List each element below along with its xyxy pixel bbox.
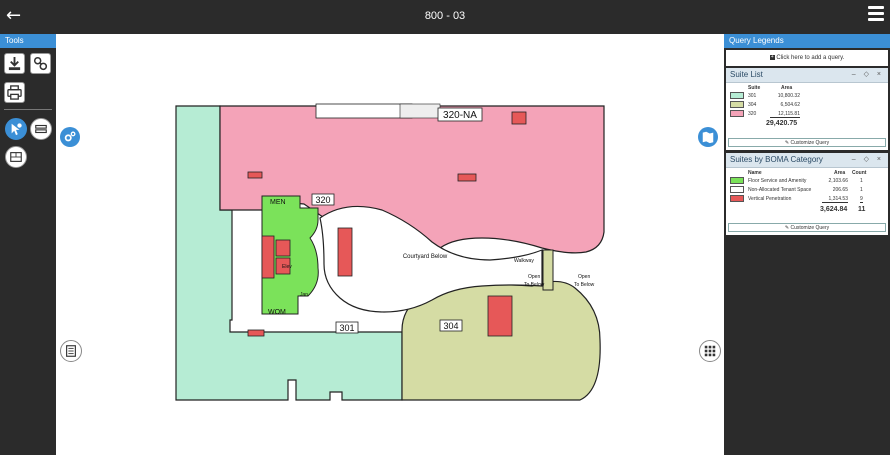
label-open-1b: To Below — [524, 282, 545, 288]
label-320-na: 320-NA — [443, 110, 477, 121]
stair-east[interactable] — [487, 295, 513, 337]
swatch-320 — [730, 110, 744, 117]
map-settings-button[interactable] — [60, 127, 80, 147]
select-tool-button[interactable] — [5, 118, 27, 140]
col-area: Area — [781, 85, 793, 91]
col-area: Area — [834, 170, 846, 176]
boma-name-2: Vertical Penetration — [748, 196, 792, 202]
panel-controls-icon[interactable]: – ◇ × — [852, 68, 884, 82]
tools-panel: Tools — [0, 34, 56, 455]
north-room — [315, 103, 413, 119]
document-icon — [66, 345, 76, 357]
suite-304: 304 — [748, 102, 757, 108]
suite-list-panel: Suite List – ◇ × Suite Area 301 10,800.3… — [726, 68, 888, 150]
top-bar: ← 800 - 03 — [0, 0, 890, 35]
swatch-vertical — [730, 195, 744, 202]
boma-area-2: 1,314.53 — [822, 196, 848, 203]
suite-list-header: Suite List – ◇ × — [726, 68, 888, 83]
label-320: 320 — [315, 195, 330, 205]
layers-icon — [35, 124, 47, 134]
boma-header: Suites by BOMA Category – ◇ × — [726, 153, 888, 168]
label-elev: Elev — [282, 264, 292, 270]
label-open-1: Open — [528, 274, 540, 280]
map-legend-button[interactable] — [698, 127, 718, 147]
gears-icon — [64, 131, 76, 142]
suite-301: 301 — [748, 93, 757, 99]
label-open-2b: To Below — [574, 282, 595, 288]
boma-total-area: 3,624.84 — [820, 206, 848, 213]
stair-west[interactable] — [261, 235, 275, 279]
layer-tool-button[interactable] — [30, 118, 52, 140]
hamburger-menu-icon[interactable] — [868, 6, 884, 22]
label-304: 304 — [443, 321, 458, 331]
boma-count-2: 9 — [860, 196, 863, 203]
label-jan: Jan — [300, 292, 308, 298]
report-button[interactable] — [60, 340, 82, 362]
boma-name-0: Floor Service and Amenity — [748, 178, 807, 184]
printer-icon — [7, 85, 22, 100]
area-301: 10,800.32 — [777, 93, 800, 99]
stair-central[interactable] — [337, 227, 353, 277]
label-wom: WOM — [268, 309, 286, 316]
north-room-2 — [399, 103, 441, 119]
elevator-1[interactable] — [275, 239, 291, 257]
boma-count-0: 1 — [860, 178, 863, 184]
link-icon — [33, 56, 48, 71]
panel-controls-icon[interactable]: – ◇ × — [852, 153, 884, 167]
floorplan-icon — [10, 152, 22, 162]
boma-name-1: Non-Allocated Tenant Space — [748, 187, 812, 193]
label-301: 301 — [339, 323, 354, 333]
map-canvas[interactable]: 320-NA 320 301 304 MEN WOM Elev Jan Cour… — [56, 34, 724, 455]
grid-icon — [704, 345, 716, 357]
shaft-north[interactable] — [511, 111, 527, 125]
swatch-301 — [730, 92, 744, 99]
boma-total-count: 11 — [858, 206, 866, 213]
customize-query-button-suites[interactable]: ✎ Customize Query — [728, 138, 886, 147]
pointer-icon — [11, 123, 22, 136]
col-suite: Suite — [748, 85, 761, 91]
add-query-button[interactable]: + Click here to add a query. — [726, 50, 888, 66]
boma-panel: Suites by BOMA Category – ◇ × Name Area … — [726, 153, 888, 235]
suite-320: 320 — [748, 111, 757, 117]
print-button[interactable] — [4, 82, 25, 103]
suite-total: 29,420.75 — [766, 120, 798, 127]
map-icon — [702, 131, 714, 144]
area-320: 12,115.81 — [770, 111, 800, 118]
plan-view-button[interactable] — [5, 146, 27, 168]
shaft-3[interactable] — [247, 329, 265, 337]
tools-divider — [4, 109, 52, 110]
label-open-2: Open — [578, 274, 590, 280]
plus-icon: + — [769, 53, 775, 60]
label-men: MEN — [270, 199, 286, 206]
area-304: 6,504.62 — [780, 102, 800, 108]
floor-title: 800 - 03 — [424, 10, 466, 22]
customize-query-button-boma[interactable]: ✎ Customize Query — [728, 223, 886, 232]
link-button[interactable] — [30, 53, 51, 74]
col-name: Name — [748, 170, 762, 176]
boma-area-1: 206.65 — [832, 187, 848, 193]
label-courtyard: Courtyard Below — [403, 254, 448, 260]
shaft-1[interactable] — [457, 173, 477, 182]
swatch-amenity — [730, 177, 744, 184]
swatch-304 — [730, 101, 744, 108]
download-button[interactable] — [4, 53, 25, 74]
download-icon — [8, 56, 21, 71]
shaft-2[interactable] — [247, 171, 263, 179]
floor-plan[interactable]: 320-NA 320 301 304 MEN WOM Elev Jan Cour… — [170, 100, 612, 408]
boma-area-0: 2,103.66 — [828, 178, 848, 184]
legends-panel: Query Legends + Click here to add a quer… — [724, 34, 890, 455]
walkway-area — [542, 249, 554, 291]
label-walkway: Walkway — [514, 258, 534, 264]
grid-button[interactable] — [699, 340, 721, 362]
col-count: Count — [852, 170, 867, 176]
swatch-nonallocated — [730, 186, 744, 193]
query-legends-header: Query Legends — [724, 34, 890, 48]
tools-header: Tools — [0, 34, 56, 48]
boma-count-1: 1 — [860, 187, 863, 193]
